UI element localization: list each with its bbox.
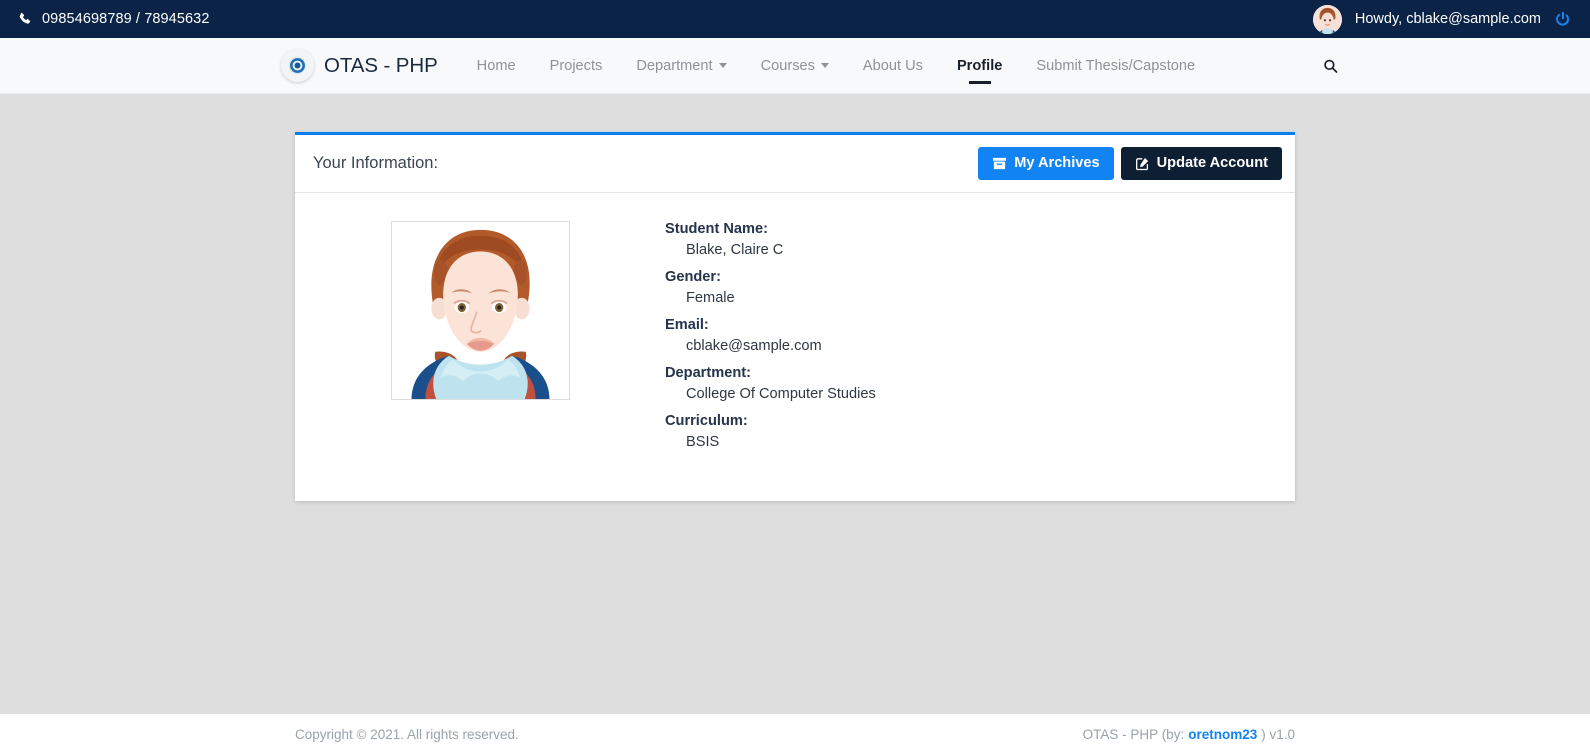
nav-label: Courses [760, 57, 815, 74]
otas-logo-icon [281, 49, 314, 82]
top-bar: 09854698789 / 78945632 Howdy, cblake@sam… [0, 0, 1590, 38]
field-label: Student Name: [665, 221, 768, 237]
student-photo [390, 221, 570, 400]
field-value: College Of Computer Studies [686, 386, 876, 402]
field-value: Female [686, 290, 735, 306]
nav-item-home[interactable]: Home [477, 52, 516, 80]
field-student-name: Student Name: Blake, Claire C [665, 221, 1295, 258]
field-label: Gender: [665, 269, 721, 285]
nav-item-profile[interactable]: Profile [957, 52, 1002, 80]
navbar-inner: OTAS - PHP Home Projects Department Cour… [281, 49, 1281, 82]
phone-icon [18, 12, 33, 27]
field-department: Department: College Of Computer Studies [665, 365, 1295, 402]
photo-column [295, 218, 665, 461]
field-label: Curriculum: [665, 413, 748, 429]
update-account-label: Update Account [1156, 155, 1268, 172]
chevron-down-icon [820, 63, 829, 68]
nav-label: Profile [956, 57, 1003, 74]
nav-label: Submit Thesis/Capstone [1036, 57, 1196, 74]
greeting-text: Howdy, cblake@sample.com [1354, 11, 1541, 27]
field-value: cblake@sample.com [686, 338, 822, 354]
nav-item-department[interactable]: Department [636, 52, 727, 80]
author-link[interactable]: oretnom23 [1188, 727, 1257, 742]
copyright-text: Copyright © 2021. All rights reserved. [295, 726, 519, 742]
nav-label: Home [476, 57, 516, 74]
main-content: Your Information: My Archives Update Acc… [0, 94, 1590, 714]
nav-links: Home Projects Department Courses About U… [460, 52, 1212, 80]
footer-app-name: OTAS - PHP (by: [1082, 726, 1185, 742]
topbar-contact: 09854698789 / 78945632 [18, 11, 210, 27]
info-column: Student Name: Blake, Claire C Gender: Fe… [665, 218, 1295, 461]
card-header: Your Information: My Archives Update Acc… [295, 135, 1295, 193]
nav-label: Department [636, 57, 713, 74]
information-card: Your Information: My Archives Update Acc… [295, 132, 1295, 501]
footer-inner: Copyright © 2021. All rights reserved. O… [295, 727, 1295, 742]
topbar-user-area: Howdy, cblake@sample.com [1312, 4, 1580, 34]
my-archives-label: My Archives [1014, 155, 1100, 172]
footer-version: ) v1.0 [1261, 726, 1295, 742]
footer-credit: OTAS - PHP (by: oretnom23 ) v1.0 [1083, 727, 1295, 742]
chevron-down-icon [718, 63, 727, 68]
topbar-phone-number: 09854698789 / 78945632 [42, 11, 210, 27]
nav-item-courses[interactable]: Courses [761, 52, 829, 80]
field-gender: Gender: Female [665, 269, 1295, 306]
card-body: Student Name: Blake, Claire C Gender: Fe… [295, 193, 1295, 501]
edit-square-icon [1135, 157, 1148, 171]
card-actions: My Archives Update Account [978, 147, 1282, 180]
nav-label: About Us [862, 57, 923, 74]
field-curriculum: Curriculum: BSIS [665, 413, 1295, 450]
brand-link[interactable]: OTAS - PHP [281, 49, 438, 82]
field-label: Department: [665, 365, 751, 381]
avatar [1312, 4, 1342, 34]
nav-item-about-us[interactable]: About Us [863, 52, 923, 80]
nav-item-submit-thesis[interactable]: Submit Thesis/Capstone [1036, 52, 1195, 80]
nav-label: Projects [549, 57, 603, 74]
page-title: Your Information: [313, 154, 439, 172]
field-label: Email: [665, 317, 709, 333]
nav-item-projects[interactable]: Projects [550, 52, 603, 80]
archive-icon [993, 157, 1007, 170]
main-navbar: OTAS - PHP Home Projects Department Cour… [0, 38, 1590, 94]
field-email: Email: cblake@sample.com [665, 317, 1295, 354]
my-archives-button[interactable]: My Archives [978, 147, 1114, 180]
update-account-button[interactable]: Update Account [1120, 147, 1282, 180]
field-value: Blake, Claire C [686, 242, 784, 258]
field-value: BSIS [686, 434, 720, 450]
brand-text: OTAS - PHP [324, 53, 438, 77]
search-button[interactable] [1319, 54, 1342, 77]
page-footer: Copyright © 2021. All rights reserved. O… [0, 714, 1590, 754]
logout-button[interactable] [1554, 10, 1572, 28]
